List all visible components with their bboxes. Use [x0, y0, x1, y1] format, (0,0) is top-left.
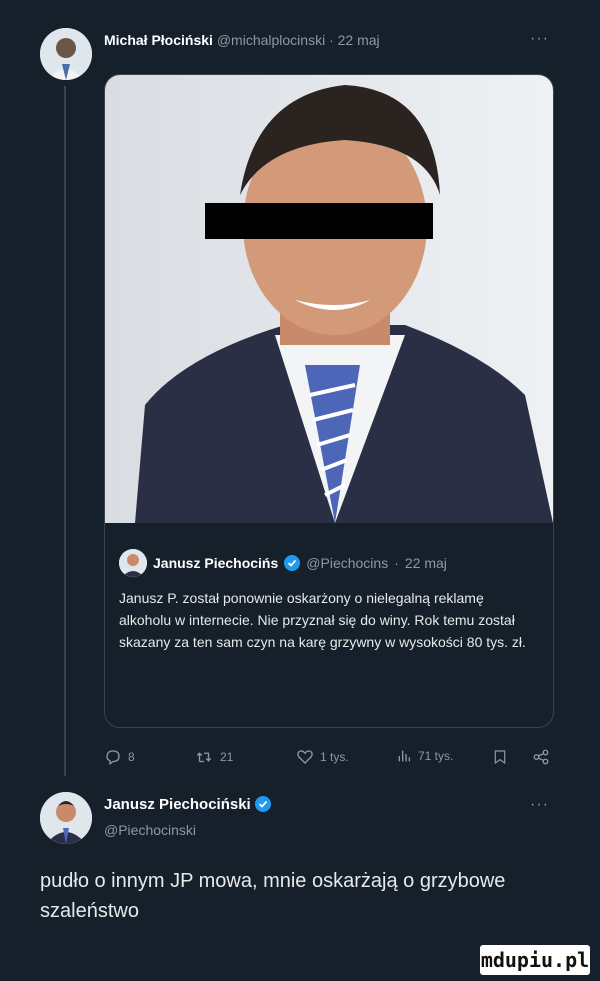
- share-icon: [533, 749, 549, 765]
- watermark-logo: mdupiu.pl: [480, 945, 590, 975]
- verified-badge-icon: [254, 796, 271, 812]
- bookmark-button[interactable]: [492, 748, 508, 766]
- tweet2-more-button[interactable]: ···: [530, 796, 549, 814]
- thread-line: [64, 86, 66, 776]
- reply-button[interactable]: 8: [104, 748, 135, 766]
- quoted-tweet-photo[interactable]: [105, 75, 553, 523]
- retweet-button[interactable]: 21: [194, 748, 233, 766]
- quoted-author-name[interactable]: Janusz Piechocińs: [153, 555, 278, 571]
- quoted-tweet-header: Janusz Piechocińs @Piechocins · 22 maj: [119, 549, 447, 577]
- views-count: 71 tys.: [418, 749, 454, 763]
- tweet1-author-name[interactable]: Michał Płociński: [104, 32, 213, 48]
- views-button[interactable]: 71 tys.: [396, 748, 453, 764]
- tweet2-author-name[interactable]: Janusz Piechociński: [104, 796, 251, 813]
- reply-icon: [106, 750, 120, 766]
- tweet2-header: Janusz Piechociński: [104, 796, 271, 813]
- avatar-janusz[interactable]: [40, 792, 92, 844]
- reply-count: 8: [128, 750, 135, 764]
- avatar-janusz-small[interactable]: [119, 549, 147, 577]
- tweet1-more-button[interactable]: ···: [530, 30, 549, 48]
- quoted-author-handle[interactable]: @Piechocins: [306, 555, 388, 571]
- retweet-count: 21: [220, 750, 234, 764]
- heart-icon: [297, 750, 313, 764]
- tweet1-date[interactable]: 22 maj: [338, 32, 380, 48]
- tweet-action-bar: 8 21 1 tys. 71 tys.: [104, 748, 554, 772]
- retweet-icon: [196, 752, 212, 763]
- quoted-tweet-card[interactable]: Janusz Piechocińs @Piechocins · 22 maj J…: [104, 74, 554, 728]
- bookmark-icon: [494, 750, 506, 765]
- quoted-date[interactable]: 22 maj: [405, 555, 447, 571]
- tweet2-text: pudło o innym JP mowa, mnie oskarżają o …: [40, 870, 506, 922]
- avatar-michal[interactable]: [40, 28, 92, 80]
- tweet2-author-handle[interactable]: @Piechocinski: [104, 822, 196, 838]
- like-count: 1 tys.: [320, 750, 349, 764]
- verified-badge-icon: [284, 555, 301, 571]
- tweet1-author-handle[interactable]: @michalplocinski: [217, 32, 325, 48]
- quoted-tweet-text: Janusz P. został ponownie oskarżony o ni…: [119, 590, 526, 650]
- tweet1-header: Michał Płociński @michalplocinski · 22 m…: [104, 32, 380, 48]
- like-button[interactable]: 1 tys.: [296, 748, 349, 766]
- share-button[interactable]: [532, 748, 550, 766]
- views-icon: [398, 750, 410, 762]
